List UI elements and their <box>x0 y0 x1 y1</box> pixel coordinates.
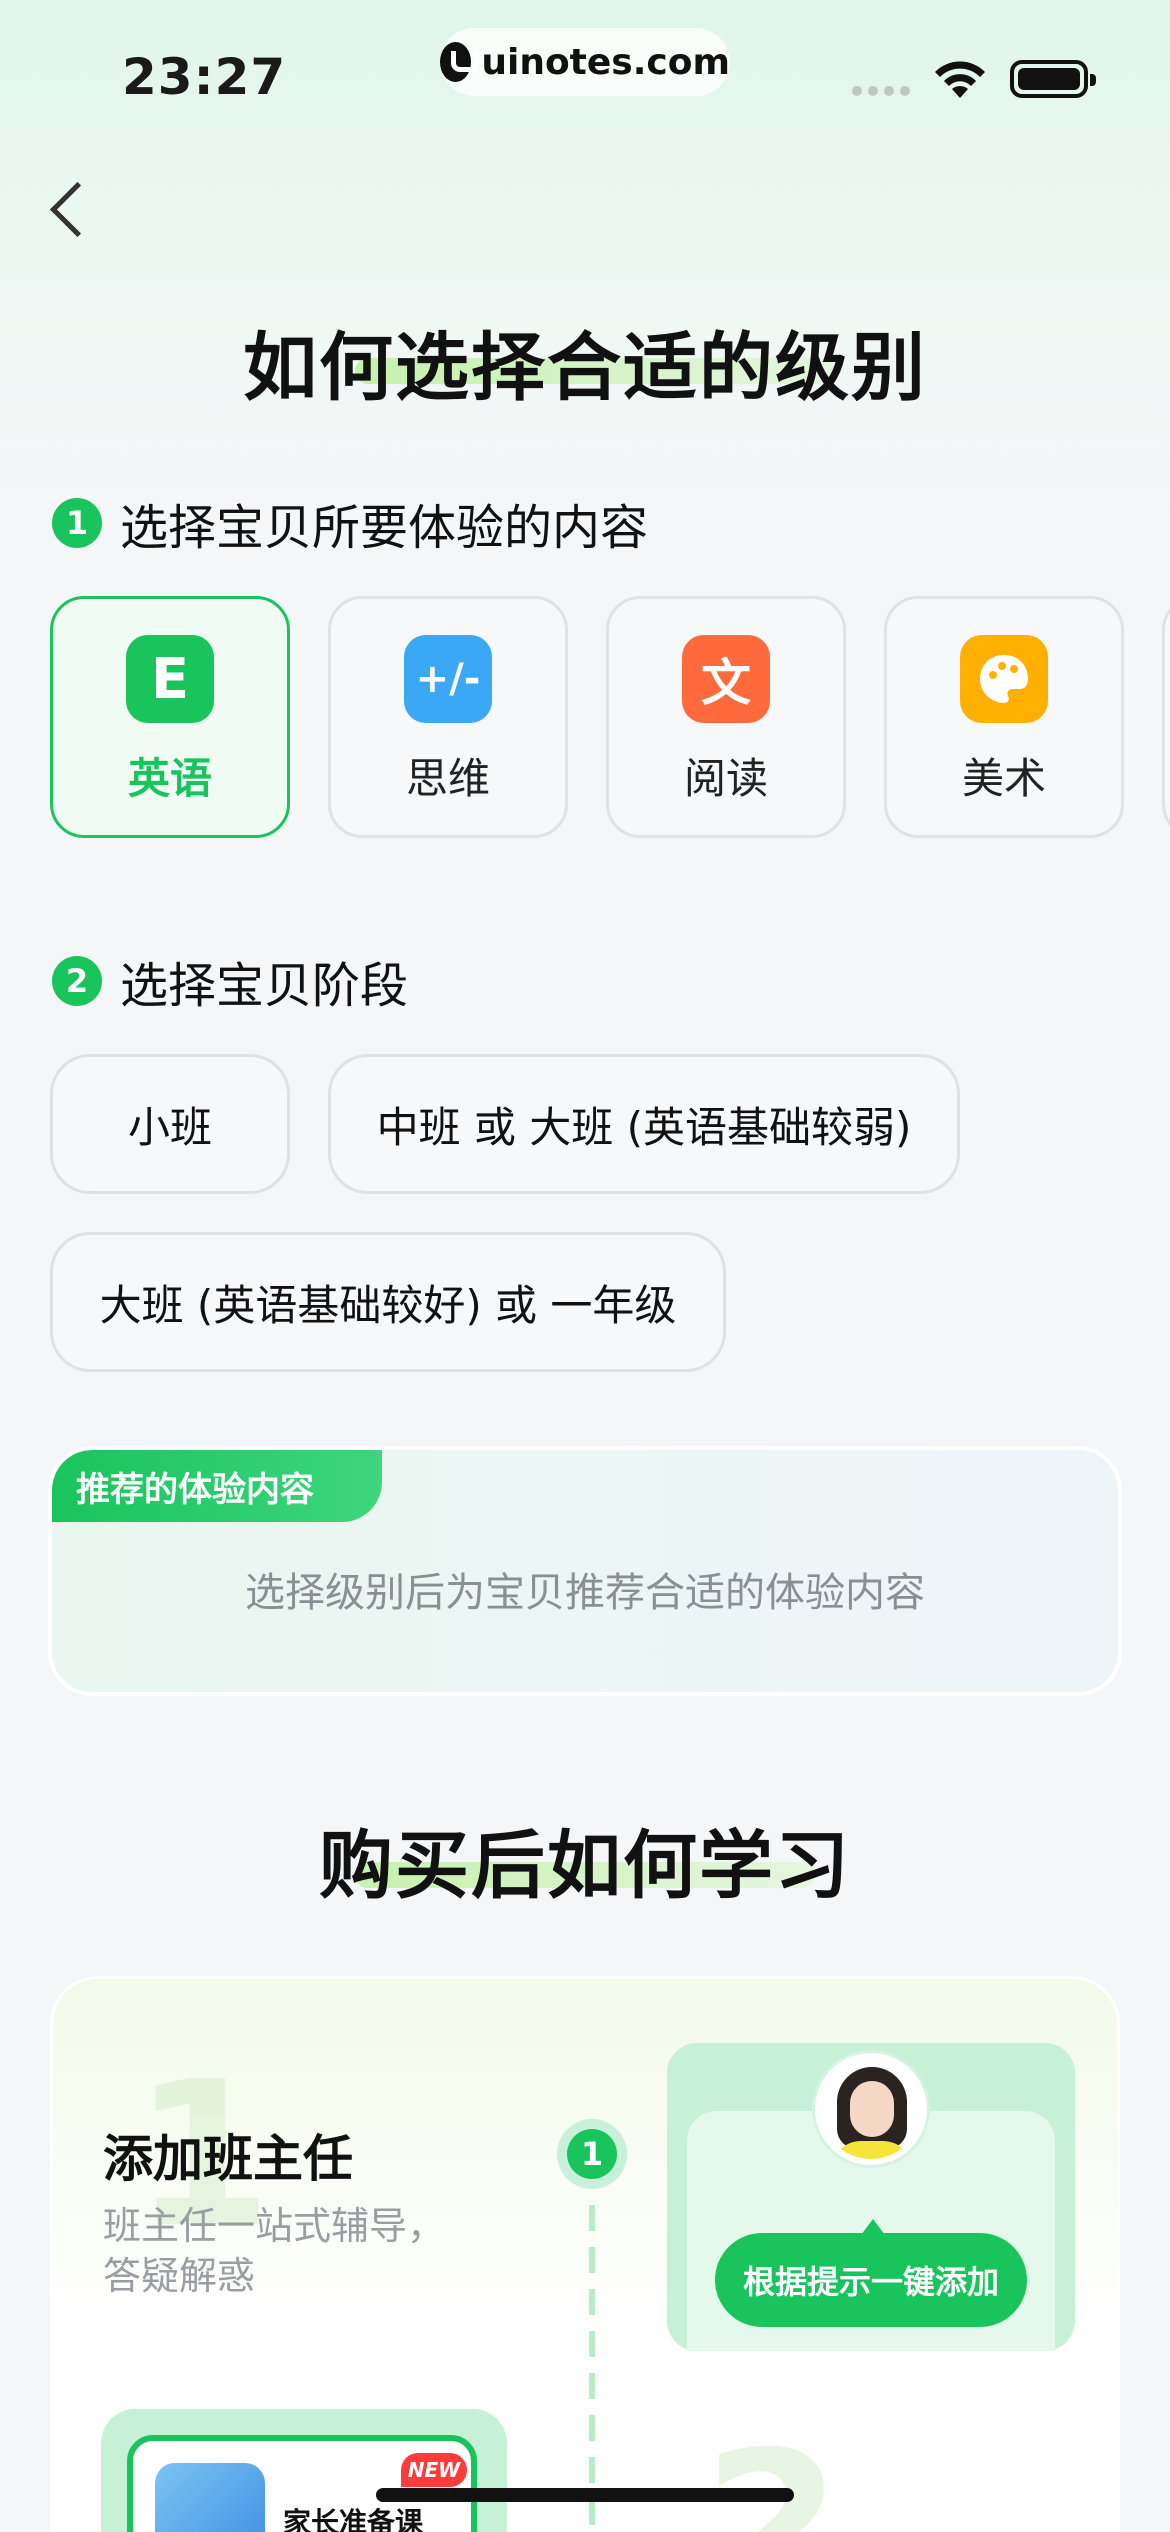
step2-heading: 2 选择宝贝阶段 <box>52 946 408 1016</box>
english-icon: E <box>126 635 214 723</box>
recommend-placeholder: 选择级别后为宝贝推荐合适的体验内容 <box>245 1570 925 1616</box>
back-button[interactable] <box>40 170 100 250</box>
watermark-logo-icon <box>440 42 480 82</box>
step1-heading: 1 选择宝贝所要体验的内容 <box>52 488 648 558</box>
status-bar: 23:27 uinotes.com <box>0 0 1170 150</box>
watermark: uinotes.com <box>440 28 730 96</box>
timeline-step1-number: 1 <box>567 2129 617 2179</box>
math-icon: +/- <box>404 635 492 723</box>
content-option-art[interactable]: 美术 <box>884 596 1124 838</box>
content-option-english[interactable]: E 英语 <box>50 596 290 838</box>
section-title-study: 购买后如何学习 <box>319 1823 851 1909</box>
step2-label: 选择宝贝阶段 <box>120 958 409 1014</box>
step-watermark-digit: 2 <box>703 2409 843 2532</box>
teacher-avatar <box>815 2053 927 2165</box>
parent-prep-label: 家长准备课 <box>283 2506 424 2532</box>
content-option-label: 美术 <box>961 754 1046 803</box>
step1-number: 1 <box>52 498 102 548</box>
add-teacher-illustration: 根据提示一键添加 <box>667 2043 1075 2351</box>
step1-label: 选择宝贝所要体验的内容 <box>120 500 649 556</box>
study-step1-desc: 班主任一站式辅导，答疑解惑 <box>103 2204 446 2298</box>
recommend-box: 推荐的体验内容 选择级别后为宝贝推荐合适的体验内容 <box>48 1446 1122 1696</box>
stage-option-middle[interactable]: 中班 或 大班 (英语基础较弱) <box>328 1054 960 1194</box>
recommend-tag: 推荐的体验内容 <box>52 1450 382 1522</box>
status-time: 23:27 <box>122 48 287 106</box>
timeline-step1-dot: 1 <box>557 2119 627 2189</box>
timeline-line <box>589 2205 595 2532</box>
page-title: 如何选择合适的级别 <box>243 325 927 411</box>
content-option-label: 阅读 <box>683 754 768 803</box>
cellular-signal-icon <box>852 86 910 96</box>
palette-icon <box>960 635 1048 723</box>
watermark-text: uinotes.com <box>481 41 730 83</box>
add-teacher-button[interactable]: 根据提示一键添加 <box>715 2219 1027 2327</box>
battery-icon <box>1010 60 1096 98</box>
parent-prep-card: 家长准备课 NEW <box>127 2435 477 2532</box>
content-options: E 英语 +/- 思维 文 阅读 美术 <box>50 596 1170 840</box>
content-option-reading[interactable]: 文 阅读 <box>606 596 846 838</box>
study-step1-title: 添加班主任 <box>103 2130 353 2188</box>
home-indicator <box>376 2488 794 2502</box>
reading-icon: 文 <box>682 635 770 723</box>
new-badge: NEW <box>401 2453 467 2487</box>
content-option-label: 思维 <box>405 754 490 803</box>
wifi-icon <box>935 61 985 98</box>
content-option-thinking[interactable]: +/- 思维 <box>328 596 568 838</box>
content-option-more[interactable] <box>1162 596 1170 838</box>
stage-option-small[interactable]: 小班 <box>50 1054 290 1194</box>
book-icon <box>155 2463 265 2532</box>
stage-option-large[interactable]: 大班 (英语基础较好) 或 一年级 <box>50 1232 726 1372</box>
parent-prep-illustration: 家长准备课 NEW <box>101 2409 507 2532</box>
study-steps-card: 1 添加班主任 班主任一站式辅导，答疑解惑 1 根据提示一键添加 2 家长准备课… <box>50 1976 1120 2532</box>
step2-number: 2 <box>52 956 102 1006</box>
content-option-label: 英语 <box>127 754 212 803</box>
